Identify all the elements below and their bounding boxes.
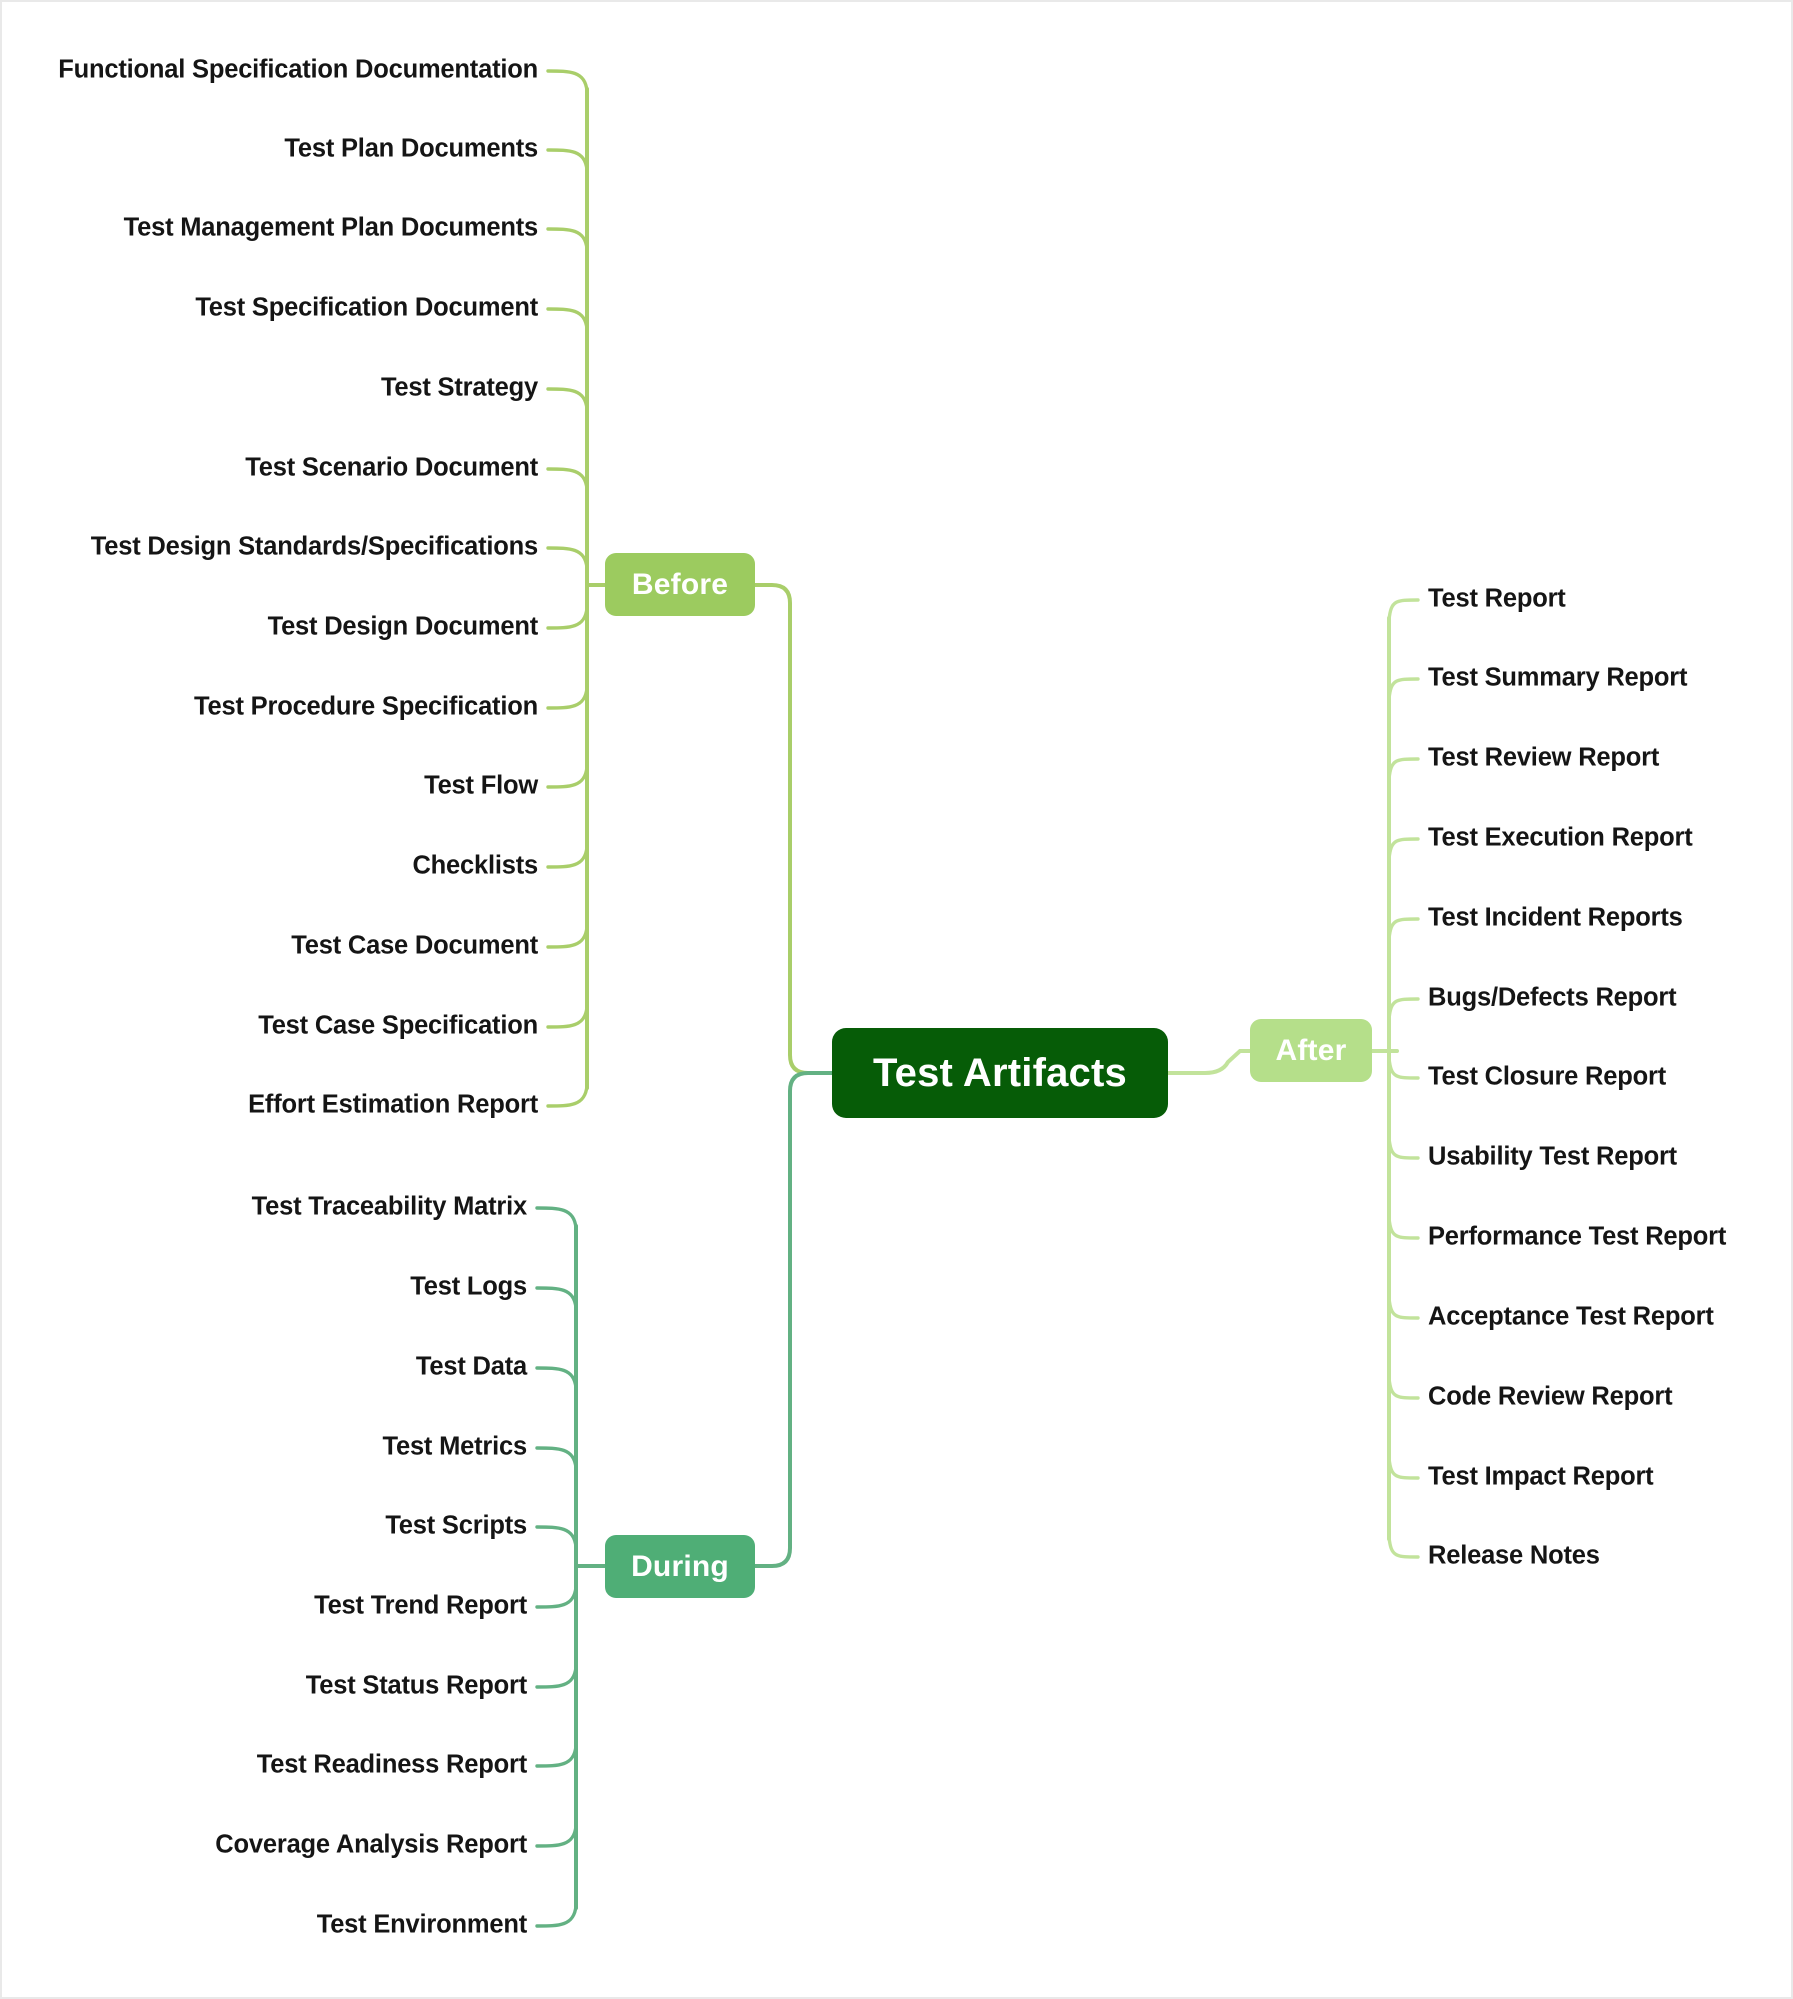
branch-node-after[interactable]: After	[1250, 1019, 1372, 1082]
leaf-label-before-4: Test Strategy	[380, 373, 538, 402]
leaf-label-during-1: Test Logs	[410, 1272, 527, 1301]
leaf-label-before-10: Checklists	[412, 851, 538, 880]
leaf-label-after-12: Release Notes	[1428, 1541, 1600, 1570]
leaf-label-after-2: Test Review Report	[1428, 743, 1660, 772]
leaf-label-during-6: Test Status Report	[305, 1671, 527, 1700]
leaf-label-before-8: Test Procedure Specification	[194, 692, 538, 721]
leaf-label-during-8: Coverage Analysis Report	[215, 1830, 527, 1859]
branch-node-during-label: During	[631, 1549, 729, 1583]
leaf-label-after-0: Test Report	[1428, 584, 1566, 613]
root-node-test-artifacts[interactable]: Test Artifacts	[832, 1028, 1168, 1118]
leaf-label-before-12: Test Case Specification	[258, 1011, 538, 1040]
leaf-label-after-6: Test Closure Report	[1428, 1062, 1667, 1091]
leaf-label-after-3: Test Execution Report	[1428, 823, 1693, 852]
leaf-label-during-4: Test Scripts	[385, 1511, 527, 1540]
leaf-label-before-2: Test Management Plan Documents	[123, 213, 539, 242]
leaf-label-before-1: Test Plan Documents	[284, 134, 538, 163]
leaf-label-after-8: Performance Test Report	[1428, 1222, 1727, 1251]
branch-node-before[interactable]: Before	[605, 553, 755, 616]
leaf-label-during-0: Test Traceability Matrix	[251, 1192, 528, 1221]
leaf-label-after-9: Acceptance Test Report	[1428, 1302, 1714, 1331]
root-node-label: Test Artifacts	[873, 1050, 1127, 1095]
leaf-label-after-10: Code Review Report	[1428, 1382, 1673, 1411]
leaf-label-after-11: Test Impact Report	[1428, 1462, 1654, 1491]
leaf-label-before-11: Test Case Document	[291, 931, 538, 960]
branch-node-before-label: Before	[631, 567, 729, 601]
leaf-label-before-3: Test Specification Document	[195, 293, 538, 322]
leaf-label-during-9: Test Environment	[316, 1910, 527, 1939]
branch-node-during[interactable]: During	[605, 1535, 755, 1598]
leaf-label-during-3: Test Metrics	[382, 1432, 527, 1461]
leaf-label-during-7: Test Readiness Report	[256, 1750, 527, 1779]
leaf-label-before-9: Test Flow	[424, 771, 538, 800]
leaf-label-before-5: Test Scenario Document	[245, 453, 538, 482]
leaf-label-before-7: Test Design Document	[267, 612, 539, 641]
leaf-label-before-13: Effort Estimation Report	[248, 1090, 538, 1119]
leaf-label-after-1: Test Summary Report	[1428, 663, 1688, 692]
mindmap-canvas: Functional Specification Documentation T…	[0, 0, 1793, 1999]
leaf-label-during-2: Test Data	[415, 1352, 527, 1381]
leaf-label-after-4: Test Incident Reports	[1428, 903, 1683, 932]
leaf-label-during-5: Test Trend Report	[314, 1591, 527, 1620]
leaf-label-after-7: Usability Test Report	[1428, 1142, 1677, 1171]
leaf-label-after-5: Bugs/Defects Report	[1428, 983, 1677, 1012]
leaf-label-before-6: Test Design Standards/Specifications	[90, 532, 538, 561]
branch-node-after-label: After	[1275, 1033, 1347, 1067]
leaf-label-before-0: Functional Specification Documentation	[58, 55, 538, 84]
